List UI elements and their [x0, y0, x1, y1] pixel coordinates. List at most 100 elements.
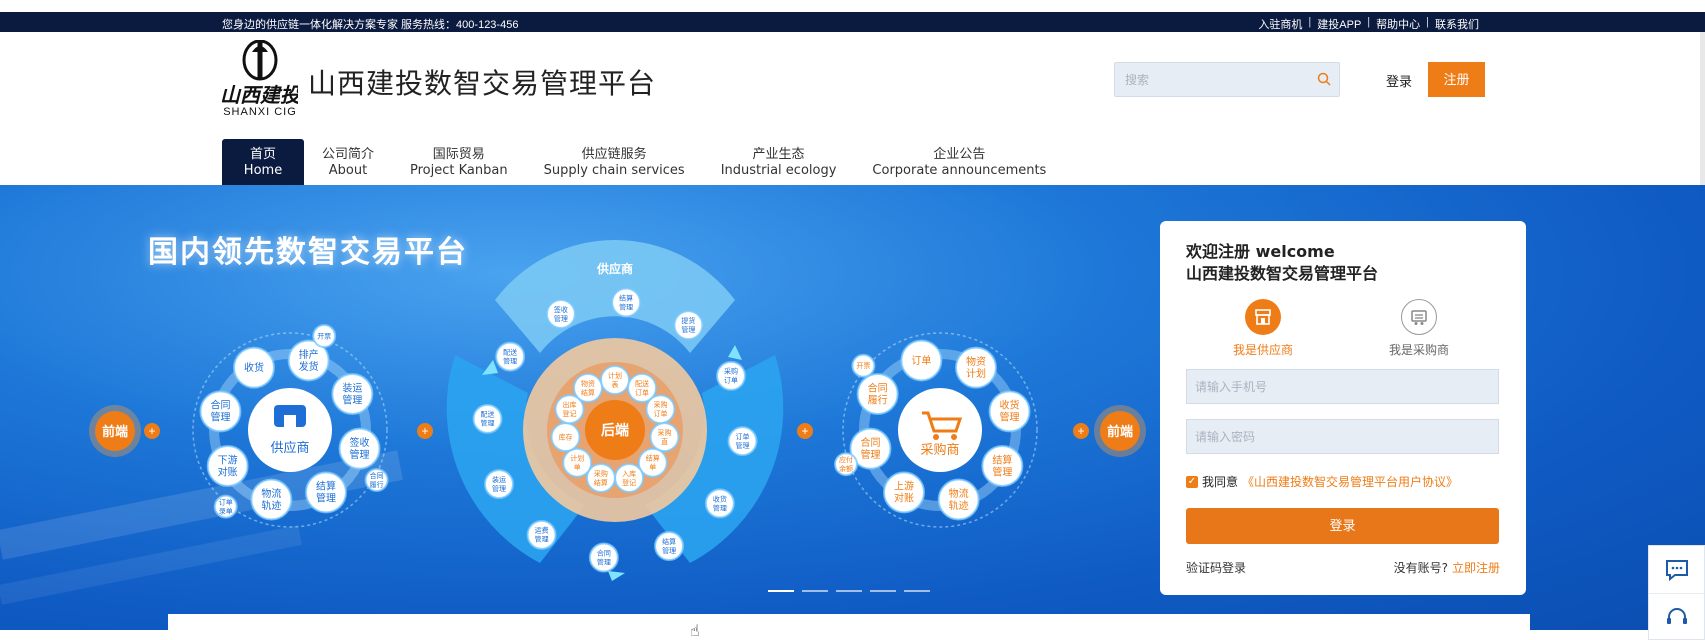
- buyer-node-label: 计划: [966, 367, 986, 380]
- backend-ring-node-label: 入库: [622, 469, 636, 478]
- password-input[interactable]: [1187, 420, 1498, 453]
- buyer-node: 物资计划: [955, 346, 997, 389]
- buyer-node-label: 物资: [966, 355, 986, 368]
- carousel-dot[interactable]: [768, 590, 794, 592]
- supplier-node: 收货: [233, 346, 275, 389]
- backend-ring-node-label: 库存: [559, 432, 573, 441]
- header-register-button[interactable]: 注册: [1428, 62, 1485, 97]
- nav-ecology-zh: 产业生态: [752, 147, 805, 162]
- top-link-help[interactable]: 帮助中心: [1376, 16, 1420, 32]
- backend-outer-node-label: 结算: [662, 537, 676, 546]
- supplier-node: 合同管理: [199, 390, 242, 433]
- nav-home[interactable]: 首页 Home: [222, 139, 304, 185]
- backend-ring-node: 入库登记: [614, 462, 645, 493]
- search-box: [1114, 62, 1340, 97]
- search-input[interactable]: [1115, 63, 1305, 96]
- headset-icon[interactable]: [1649, 593, 1704, 640]
- top-link-app[interactable]: 建投APP: [1317, 16, 1361, 32]
- backend-ring-node: 计划表: [600, 365, 630, 395]
- buyer-node: 上游对账: [883, 471, 925, 514]
- top-link-join[interactable]: 入驻商机: [1258, 16, 1302, 32]
- backend-ring-node-label: 出库: [563, 400, 577, 409]
- backend-ring-node-label: 直: [661, 437, 668, 446]
- backend-ring-node-label: 单: [649, 463, 656, 472]
- supplier-node-label: 管理: [350, 448, 370, 461]
- nav-announcements[interactable]: 企业公告 Corporate announcements: [854, 139, 1064, 185]
- backend-outer-node-label: 管理: [597, 557, 611, 566]
- role-buyer-label: 我是采购商: [1388, 343, 1449, 357]
- carousel-dot[interactable]: [870, 590, 896, 592]
- backend-outer-node: 结算管理: [611, 287, 642, 318]
- no-account-text: 没有账号?: [1393, 561, 1448, 575]
- supplier-node-label: 物流: [261, 487, 281, 500]
- header-login-link[interactable]: 登录: [1386, 71, 1412, 90]
- front-label-right: 前端: [1107, 424, 1133, 440]
- svg-text:+: +: [1077, 424, 1084, 438]
- backend-ring-node-label: 采购: [657, 428, 671, 437]
- role-supplier-tab[interactable]: 我是供应商: [1218, 299, 1308, 358]
- supplier-outer-node-label: 录单: [219, 506, 233, 515]
- user-agreement-link[interactable]: 《山西建投数智交易管理平台用户协议》: [1242, 473, 1458, 490]
- buyer-node-label: 上游: [894, 480, 914, 493]
- buyer-node: 物流轨迹: [937, 478, 980, 521]
- buyer-outer-node: 应付余额: [834, 452, 859, 477]
- supplier-node-label: 管理: [316, 492, 336, 505]
- buyer-outer-node: 开票: [851, 353, 876, 378]
- carousel-dot[interactable]: [904, 590, 930, 592]
- buyer-node-label: 收货: [1000, 399, 1020, 412]
- chat-icon[interactable]: [1649, 546, 1704, 593]
- top-link-contact[interactable]: 联系我们: [1435, 16, 1479, 32]
- backend-ring-node-label: 计划: [608, 371, 622, 380]
- backend-ring-node-label: 表: [612, 380, 619, 389]
- phone-input[interactable]: [1187, 370, 1498, 403]
- password-field: [1186, 419, 1499, 454]
- nav-about[interactable]: 公司简介 About: [304, 139, 392, 185]
- buyer-node-label: 对账: [894, 492, 914, 505]
- buyer-node-label: 订单: [911, 355, 931, 367]
- backend-outer-node-label: 管理: [713, 503, 727, 512]
- supplier-node: 下游对账: [206, 445, 249, 487]
- logo[interactable]: 山西建投 SHANXI CIG: [220, 39, 302, 120]
- backend-outer-node: 配送管理: [472, 403, 503, 434]
- nav-ecology-en: Industrial ecology: [720, 163, 837, 178]
- supplier-outer-node-label: 履行: [370, 480, 384, 489]
- content-panel: [168, 614, 1530, 640]
- front-label-left: 前端: [102, 424, 128, 440]
- scrollbar[interactable]: [1700, 32, 1705, 185]
- pointer-cursor-icon: ☝: [690, 623, 700, 640]
- backend-ring-node: 计划单: [562, 447, 593, 478]
- nav-supply-chain-zh: 供应链服务: [581, 147, 647, 162]
- buyer-node: 结算管理: [981, 445, 1024, 487]
- supplier-node-label: 装运: [342, 381, 362, 394]
- nav-supply-chain[interactable]: 供应链服务 Supply chain services: [526, 139, 703, 185]
- agree-checkbox[interactable]: ✓: [1186, 475, 1198, 488]
- backend-outer-node-label: 订单: [736, 432, 750, 441]
- supplier-node-label: 下游: [218, 453, 238, 466]
- search-icon[interactable]: [1317, 72, 1331, 91]
- supply-arc-label: 供应商: [596, 261, 633, 276]
- supplier-outer-node: 合同履行: [364, 468, 389, 492]
- nav-trade-zh: 国际贸易: [432, 147, 485, 162]
- carousel-dot[interactable]: [802, 590, 828, 592]
- backend-ring-node-label: 采购: [594, 469, 608, 478]
- nav-trade[interactable]: 国际贸易 Project Kanban: [392, 139, 526, 185]
- supplier-node-label: 签收: [350, 436, 370, 449]
- backend-outer-node-label: 订单: [724, 376, 738, 385]
- backend-outer-node-label: 配送: [503, 347, 517, 356]
- supplier-node-label: 收货: [244, 361, 264, 374]
- role-buyer-tab[interactable]: 我是采购商: [1374, 299, 1464, 358]
- backend-ring-node-label: 物资: [581, 379, 595, 388]
- nav-announcements-en: Corporate announcements: [872, 163, 1047, 178]
- role-supplier-label: 我是供应商: [1232, 343, 1293, 357]
- backend-outer-node-label: 收货: [713, 494, 727, 503]
- carousel-dot[interactable]: [836, 590, 862, 592]
- backend-outer-node-label: 管理: [619, 302, 633, 311]
- nav-ecology[interactable]: 产业生态 Industrial ecology: [703, 139, 855, 185]
- register-now-link[interactable]: 立即注册: [1452, 561, 1500, 575]
- buyer-node-label: 物流: [949, 487, 969, 500]
- code-login-link[interactable]: 验证码登录: [1186, 559, 1246, 576]
- top-bar: 您身边的供应链一体化解决方案专家 服务热线：400-123-456 入驻商机 | …: [0, 12, 1705, 32]
- login-button[interactable]: 登录: [1186, 508, 1499, 544]
- backend-outer-node: 运费管理: [526, 519, 557, 550]
- backend-ring-node-label: 采购: [653, 400, 667, 409]
